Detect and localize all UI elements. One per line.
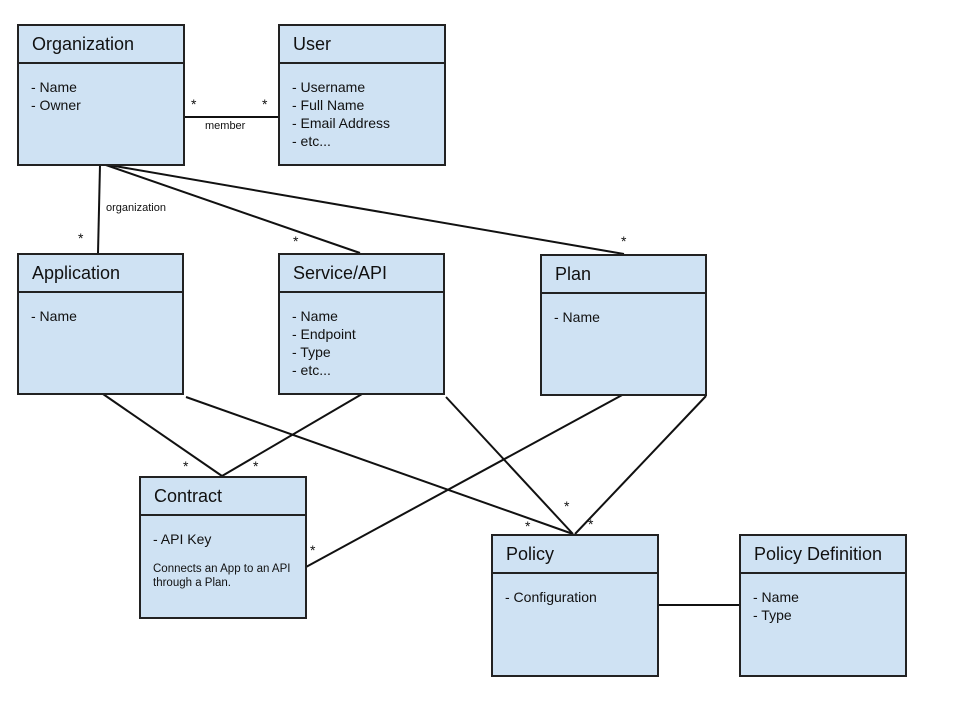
multiplicity-marker: * bbox=[253, 458, 259, 474]
line-org-application bbox=[97, 164, 101, 254]
multiplicity-marker: * bbox=[310, 542, 316, 558]
line-plan-policy bbox=[574, 395, 707, 535]
entity-policy: Policy - Configuration bbox=[491, 534, 659, 677]
entity-title: Plan bbox=[542, 256, 705, 294]
entity-attr: - Type bbox=[753, 607, 792, 623]
entity-attr: - Username bbox=[292, 79, 366, 95]
entity-organization: Organization - Name - Owner bbox=[17, 24, 185, 166]
entity-attr: - API Key bbox=[153, 531, 212, 547]
entity-attr: - Endpoint bbox=[292, 326, 356, 342]
entity-attr: - Full Name bbox=[292, 97, 365, 113]
multiplicity-marker: * bbox=[293, 233, 299, 249]
entity-application: Application - Name bbox=[17, 253, 184, 395]
entity-policy-definition: Policy Definition - Name - Type bbox=[739, 534, 907, 677]
entity-contract: Contract - API Key Connects an App to an… bbox=[139, 476, 307, 619]
multiplicity-marker: * bbox=[621, 233, 627, 249]
multiplicity-marker: * bbox=[262, 96, 268, 112]
entity-attr: - Name bbox=[31, 308, 77, 324]
entity-title: User bbox=[280, 26, 444, 64]
entity-attr: - Type bbox=[292, 344, 331, 360]
entity-user: User - Username - Full Name - Email Addr… bbox=[278, 24, 446, 166]
entity-attr: - Name bbox=[292, 308, 338, 324]
multiplicity-marker: * bbox=[191, 96, 197, 112]
relation-label-member: member bbox=[205, 120, 246, 132]
multiplicity-marker: * bbox=[525, 518, 531, 534]
entity-title: Policy bbox=[493, 536, 657, 574]
entity-attr: - etc... bbox=[292, 133, 331, 149]
multiplicity-marker: * bbox=[588, 516, 594, 532]
relation-label-organization: organization bbox=[106, 202, 166, 214]
entity-title: Policy Definition bbox=[741, 536, 905, 574]
entity-note: Connects an App to an API through a Plan… bbox=[153, 563, 291, 589]
multiplicity-marker: * bbox=[183, 458, 189, 474]
line-service-policy bbox=[445, 396, 574, 535]
entity-title: Contract bbox=[141, 478, 305, 516]
multiplicity-marker: * bbox=[78, 230, 84, 246]
entity-title: Service/API bbox=[280, 255, 443, 293]
entity-attr: - Name bbox=[31, 79, 77, 95]
entity-attr: - Name bbox=[753, 589, 799, 605]
entity-attr: - Configuration bbox=[505, 589, 597, 605]
entity-plan: Plan - Name bbox=[540, 254, 707, 396]
entity-title: Application bbox=[19, 255, 182, 293]
entity-attr: - Owner bbox=[31, 97, 81, 113]
entity-title: Organization bbox=[19, 26, 183, 64]
entity-service-api: Service/API - Name - Endpoint - Type - e… bbox=[278, 253, 445, 395]
line-application-contract bbox=[102, 393, 223, 477]
line-org-plan bbox=[102, 163, 625, 255]
entity-attr: - Name bbox=[554, 309, 600, 325]
entity-attr: - etc... bbox=[292, 362, 331, 378]
entity-attr: - Email Address bbox=[292, 115, 391, 131]
multiplicity-marker: * bbox=[564, 498, 570, 514]
